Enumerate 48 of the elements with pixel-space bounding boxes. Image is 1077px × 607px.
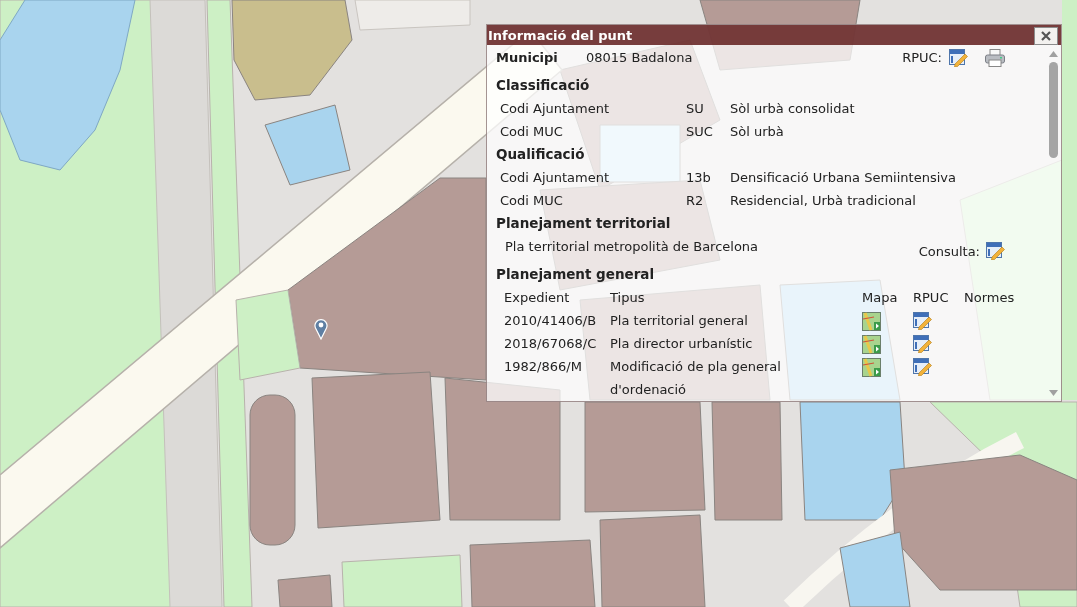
- map-icon[interactable]: [862, 312, 881, 331]
- document-edit-icon[interactable]: [986, 242, 1005, 260]
- field-label: Codi MUC: [500, 123, 564, 141]
- code-description: Sòl urbà consolidat: [730, 100, 856, 118]
- column-header: Tipus: [610, 289, 646, 307]
- scroll-down-icon[interactable]: [1048, 390, 1058, 396]
- column-header: Expedient: [504, 289, 571, 307]
- table-cell-text: Pla territorial general: [610, 312, 749, 330]
- scroll-up-icon[interactable]: [1048, 51, 1058, 57]
- municipality-value: 08015 Badalona: [586, 50, 693, 65]
- table-cell-text: 2018/67068/C: [504, 335, 598, 353]
- section-heading: Planejament general: [496, 265, 656, 284]
- document-edit-icon[interactable]: [913, 335, 932, 353]
- column-header: RPUC: [913, 289, 950, 307]
- document-edit-icon[interactable]: [913, 358, 932, 376]
- field-label: Municipi: [496, 50, 559, 65]
- rpuc-label: RPUC:: [902, 50, 942, 65]
- popup-title: Informació del punt: [487, 27, 633, 43]
- field-label: Codi Ajuntament: [500, 169, 611, 187]
- consult-label: Consulta:: [918, 243, 980, 259]
- map-icon[interactable]: [862, 335, 881, 354]
- code-description: Residencial, Urbà tradicional: [730, 192, 917, 210]
- column-header: Normes: [964, 289, 1015, 307]
- table-cell-text: 2010/41406/B: [504, 312, 598, 330]
- code-value: SU: [686, 100, 705, 118]
- code-value: 13b: [686, 169, 712, 187]
- table-cell-text: Modificació de pla general d'ordenació: [610, 358, 782, 399]
- section-heading: Qualificació: [496, 145, 586, 164]
- map-icon[interactable]: [862, 358, 881, 377]
- section-heading: Classificació: [496, 76, 591, 95]
- code-description: Sòl urbà: [730, 123, 785, 141]
- scrollbar-thumb[interactable]: [1048, 62, 1058, 158]
- document-edit-icon[interactable]: [913, 312, 932, 330]
- code-description: Densificació Urbana Semiintensiva: [730, 169, 957, 187]
- document-edit-icon[interactable]: [949, 48, 968, 67]
- column-header: Mapa: [862, 289, 899, 307]
- map-pin-icon[interactable]: [314, 318, 328, 340]
- close-button[interactable]: [1034, 27, 1058, 45]
- section-heading: Planejament territorial: [496, 214, 672, 233]
- plan-name: Pla territorial metropolità de Barcelona: [505, 238, 759, 256]
- close-icon: [1041, 31, 1051, 41]
- printer-icon[interactable]: [985, 48, 1005, 67]
- field-label: Codi Ajuntament: [500, 100, 611, 118]
- field-label: Codi MUC: [500, 192, 564, 210]
- table-cell-text: 1982/866/M: [504, 358, 583, 376]
- table-cell-text: Pla director urbanístic: [610, 335, 754, 353]
- code-value: SUC: [686, 123, 714, 141]
- code-value: R2: [686, 192, 705, 210]
